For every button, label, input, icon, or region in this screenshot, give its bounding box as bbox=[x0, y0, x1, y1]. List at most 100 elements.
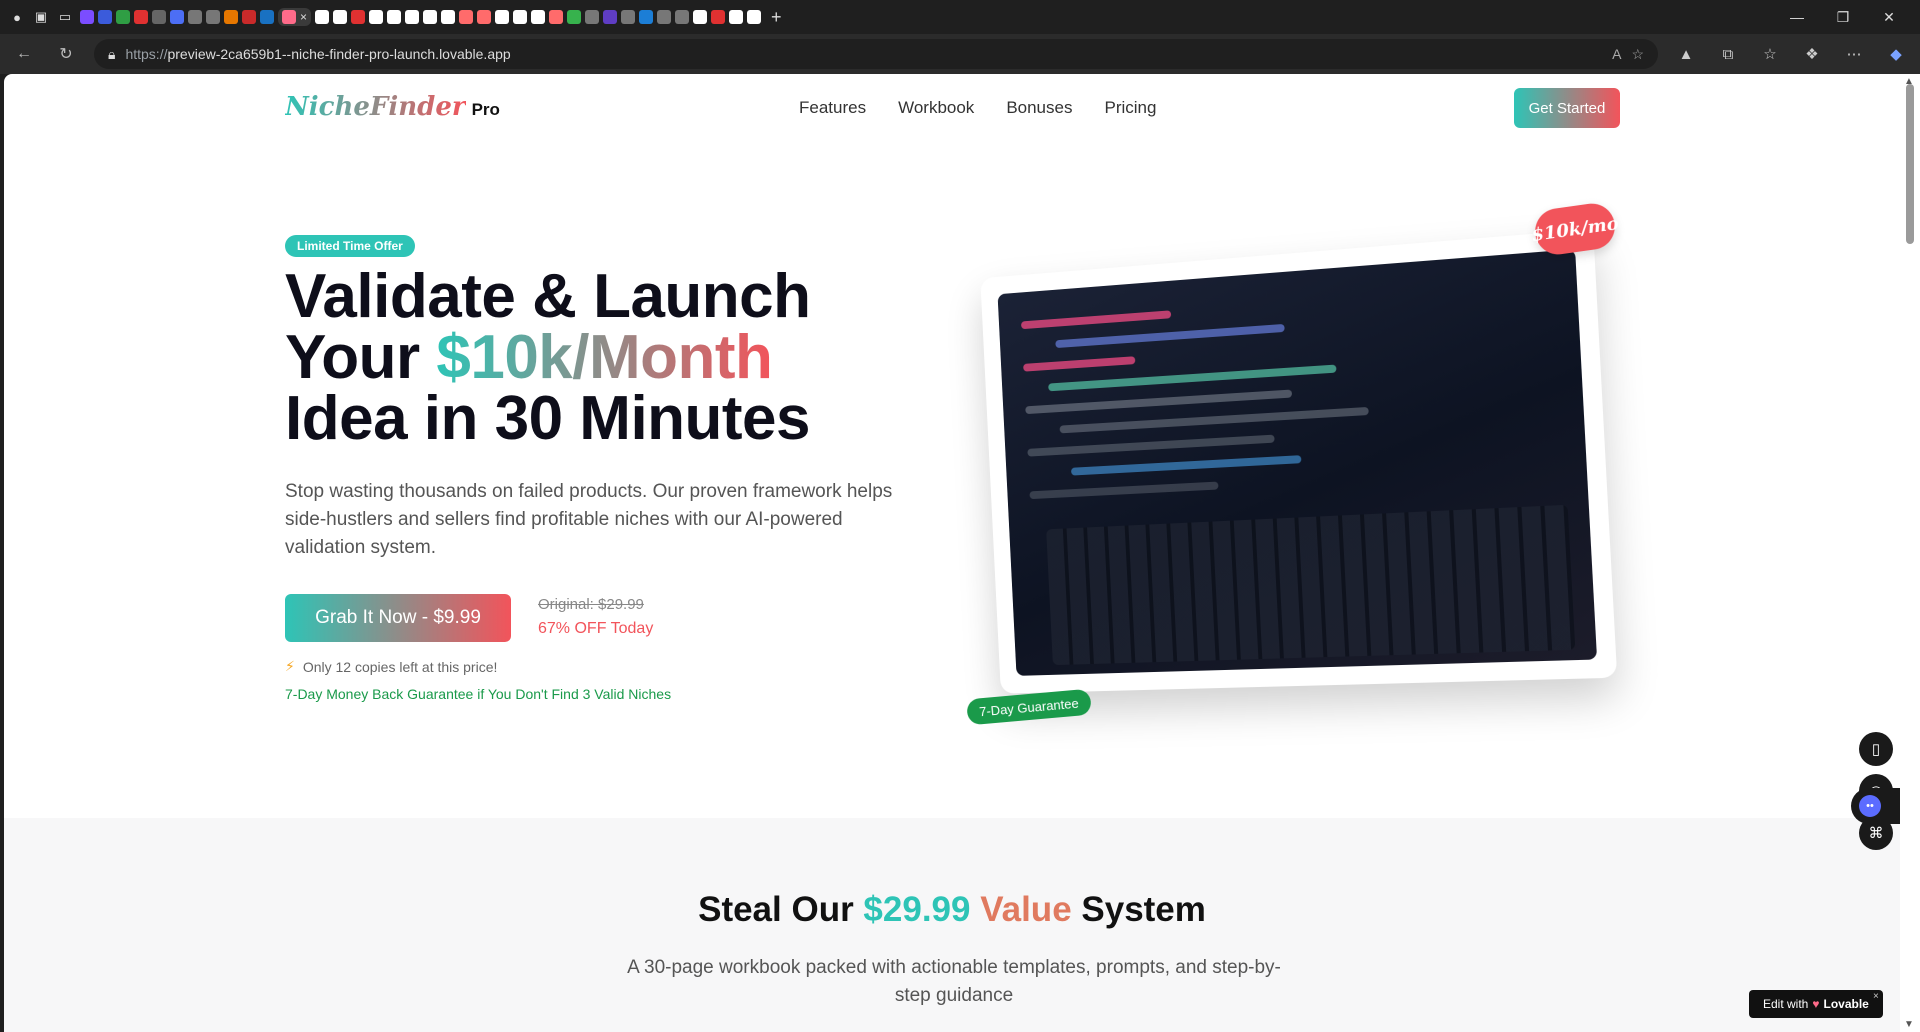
menu-features[interactable]: Features bbox=[799, 98, 866, 118]
section-title: Steal Our $29.99 Value System bbox=[4, 890, 1900, 930]
tab-favicon[interactable] bbox=[188, 10, 202, 24]
lightning-icon: ⚡︎ bbox=[285, 658, 295, 675]
main-menu: Features Workbook Bonuses Pricing bbox=[799, 98, 1156, 118]
tab-favicon[interactable] bbox=[531, 10, 545, 24]
title-value: Value bbox=[970, 890, 1071, 929]
extensions-puzzle-icon[interactable]: ⧉ bbox=[1714, 46, 1742, 63]
tab-favicon[interactable] bbox=[369, 10, 383, 24]
tab-favicon[interactable] bbox=[260, 10, 274, 24]
hero-subtitle: Stop wasting thousands on failed product… bbox=[285, 478, 905, 562]
tab-favicon[interactable] bbox=[242, 10, 256, 24]
scroll-down-icon[interactable]: ▼ bbox=[1904, 1019, 1914, 1030]
tab-favicon[interactable] bbox=[315, 10, 329, 24]
tab-favicon[interactable] bbox=[693, 10, 707, 24]
tab-favicon[interactable] bbox=[747, 10, 761, 24]
lovable-heart-icon: ♥ bbox=[1812, 997, 1819, 1011]
headline-your: Your bbox=[285, 323, 436, 392]
close-badge-icon[interactable]: × bbox=[1873, 991, 1879, 1002]
restore-icon[interactable]: ❐ bbox=[1820, 9, 1866, 26]
tab-actions-icon[interactable]: ▭ bbox=[56, 8, 74, 26]
tab-favicon[interactable] bbox=[116, 10, 130, 24]
tab-favicon[interactable] bbox=[387, 10, 401, 24]
hero-headline: Validate & Launch Your $10k/Month Idea i… bbox=[285, 266, 905, 449]
site-logo[interactable]: NicheFinder Pro bbox=[285, 92, 500, 122]
title-price: $29.99 bbox=[863, 890, 970, 929]
tab-favicon[interactable] bbox=[675, 10, 689, 24]
reader-icon[interactable]: ▯ bbox=[1859, 732, 1893, 766]
tab-favicon[interactable] bbox=[405, 10, 419, 24]
lovable-favicon-icon bbox=[282, 10, 296, 24]
tab-favicon[interactable] bbox=[351, 10, 365, 24]
tab-favicon[interactable] bbox=[495, 10, 509, 24]
title-system: System bbox=[1072, 890, 1206, 929]
back-icon[interactable]: ← bbox=[10, 45, 38, 63]
laptop-code-image bbox=[998, 249, 1598, 676]
more-menu-icon[interactable]: ⋯ bbox=[1840, 45, 1868, 63]
tab-favicon[interactable] bbox=[152, 10, 166, 24]
minimize-icon[interactable]: — bbox=[1774, 9, 1820, 26]
page-viewport: NicheFinder Pro Features Workbook Bonuse… bbox=[4, 74, 1900, 1032]
copilot-icon[interactable]: ◆ bbox=[1882, 45, 1910, 63]
tab-favicon[interactable] bbox=[477, 10, 491, 24]
get-started-button[interactable]: Get Started bbox=[1514, 88, 1620, 128]
tab-favicon[interactable] bbox=[423, 10, 437, 24]
workspaces-icon[interactable]: ▣ bbox=[32, 8, 50, 26]
url-field[interactable]: 🔒︎ https://preview-2ca659b1--niche-finde… bbox=[94, 39, 1658, 69]
original-price: Original: $29.99 bbox=[538, 596, 644, 613]
window-controls: — ❐ ✕ bbox=[1774, 9, 1912, 26]
tab-favicon[interactable] bbox=[621, 10, 635, 24]
limited-offer-badge: Limited Time Offer bbox=[285, 235, 415, 257]
tab-favicon[interactable] bbox=[585, 10, 599, 24]
tab-favicon[interactable] bbox=[513, 10, 527, 24]
close-window-icon[interactable]: ✕ bbox=[1866, 9, 1912, 26]
menu-workbook[interactable]: Workbook bbox=[898, 98, 974, 118]
tab-favicon[interactable] bbox=[134, 10, 148, 24]
guarantee-text: 7-Day Money Back Guarantee if You Don't … bbox=[285, 686, 671, 702]
tab-favicon[interactable] bbox=[729, 10, 743, 24]
close-tab-icon[interactable]: × bbox=[300, 10, 307, 24]
read-aloud-icon[interactable]: A bbox=[1612, 46, 1621, 62]
extension-icon[interactable]: ▲ bbox=[1672, 46, 1700, 63]
tab-favicon[interactable] bbox=[333, 10, 347, 24]
tab-favicon[interactable] bbox=[711, 10, 725, 24]
tab-favicon[interactable] bbox=[603, 10, 617, 24]
logo-wordmark: NicheFinder bbox=[285, 92, 466, 122]
tab-favicon[interactable] bbox=[98, 10, 112, 24]
scarcity-text: Only 12 copies left at this price! bbox=[303, 659, 498, 675]
headline-highlight: $10k/Month bbox=[436, 323, 772, 392]
workbook-section: Steal Our $29.99 Value System A 30-page … bbox=[4, 818, 1900, 1032]
hero-image-card bbox=[980, 229, 1617, 694]
collections-icon[interactable]: ❖ bbox=[1798, 45, 1826, 63]
menu-bonuses[interactable]: Bonuses bbox=[1006, 98, 1072, 118]
edit-with-lovable-badge[interactable]: Edit with ♥ Lovable × bbox=[1749, 990, 1883, 1018]
tab-favicon[interactable] bbox=[224, 10, 238, 24]
reload-icon[interactable]: ↻ bbox=[52, 44, 80, 64]
scroll-thumb[interactable] bbox=[1906, 84, 1914, 244]
browser-tab-strip: ● ▣ ▭ × + — ❐ ✕ bbox=[0, 0, 1920, 34]
favorite-star-icon[interactable]: ☆ bbox=[1631, 46, 1644, 63]
tab-favicon[interactable] bbox=[80, 10, 94, 24]
grab-it-now-button[interactable]: Grab It Now - $9.99 bbox=[285, 594, 511, 642]
tab-favicon[interactable] bbox=[206, 10, 220, 24]
url-host: preview-2ca659b1--niche-finder-pro-launc… bbox=[167, 46, 510, 62]
tab-favicon[interactable] bbox=[567, 10, 581, 24]
favorites-icon[interactable]: ☆ bbox=[1756, 45, 1784, 63]
tab-favicon[interactable] bbox=[170, 10, 184, 24]
profile-icon[interactable]: ● bbox=[8, 8, 26, 26]
page-scrollbar[interactable]: ▲ ▼ bbox=[1900, 74, 1920, 1032]
tab-favicon[interactable] bbox=[657, 10, 671, 24]
new-tab-button[interactable]: + bbox=[771, 7, 782, 28]
discount-text: 67% OFF Today bbox=[538, 620, 653, 638]
assistant-launcher[interactable]: •• bbox=[1851, 788, 1901, 824]
tab-favicon[interactable] bbox=[441, 10, 455, 24]
tab-favicon[interactable] bbox=[549, 10, 563, 24]
tab-favicon[interactable] bbox=[639, 10, 653, 24]
active-tab[interactable]: × bbox=[278, 8, 311, 26]
scarcity-note: ⚡︎ Only 12 copies left at this price! bbox=[285, 658, 497, 675]
menu-pricing[interactable]: Pricing bbox=[1104, 98, 1156, 118]
lock-icon[interactable]: 🔒︎ bbox=[108, 46, 115, 63]
guarantee-pill: 7-Day Guarantee bbox=[966, 689, 1092, 726]
url-protocol: https:// bbox=[125, 46, 167, 62]
tab-favicon[interactable] bbox=[459, 10, 473, 24]
lovable-prefix: Edit with bbox=[1763, 997, 1808, 1011]
